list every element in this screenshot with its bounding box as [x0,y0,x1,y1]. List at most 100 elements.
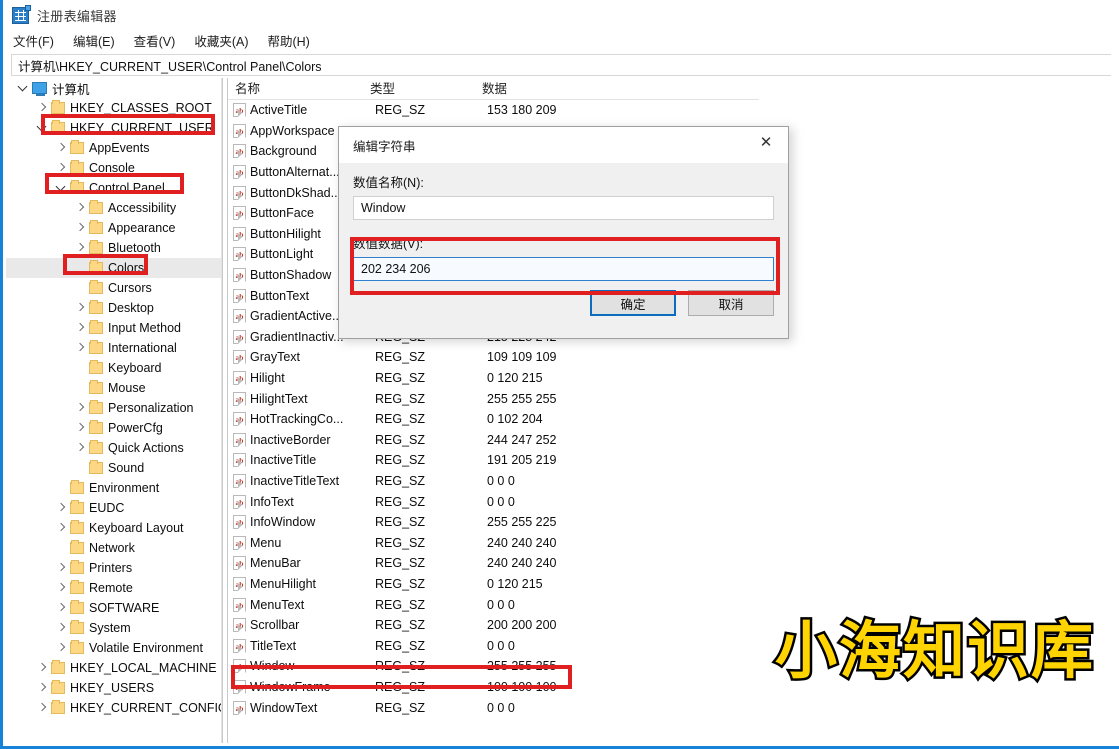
chevron-right-icon[interactable] [54,518,70,538]
chevron-right-icon[interactable] [54,578,70,598]
cell-type: REG_SZ [375,576,426,591]
tree-node-desktop[interactable]: Desktop [6,298,221,318]
tree-node-volatile-environment[interactable]: Volatile Environment [6,638,221,658]
menu-item-0[interactable]: 文件(F) [13,30,64,51]
ok-button[interactable]: 确定 [590,290,676,316]
string-value-icon: ab [233,412,246,427]
tree-node-appearance[interactable]: Appearance [6,218,221,238]
tree-node-input-method[interactable]: Input Method [6,318,221,338]
chevron-right-icon[interactable] [73,318,89,338]
tree-node-appevents[interactable]: AppEvents [6,138,221,158]
column-header-data[interactable]: 数据 [475,78,759,100]
chevron-right-icon[interactable] [73,398,89,418]
table-row[interactable]: ab HilightText REG_SZ 255 255 255 [228,388,1119,409]
chevron-right-icon[interactable] [73,218,89,238]
chevron-right-icon[interactable] [73,438,89,458]
tree-node-hkey-current-config[interactable]: HKEY_CURRENT_CONFIG [6,698,221,718]
tree-node-sound[interactable]: Sound [6,458,221,478]
tree-node-powercfg[interactable]: PowerCfg [6,418,221,438]
chevron-down-icon[interactable] [16,78,32,98]
tree-node-personalization[interactable]: Personalization [6,398,221,418]
menu-item-3[interactable]: 收藏夹(A) [194,30,258,51]
tree-node-keyboard-layout[interactable]: Keyboard Layout [6,518,221,538]
tree-node-label: SOFTWARE [89,601,160,615]
tree-node-hkey-local-machine[interactable]: HKEY_LOCAL_MACHINE [6,658,221,678]
tree-node-accessibility[interactable]: Accessibility [6,198,221,218]
chevron-right-icon[interactable] [54,598,70,618]
chevron-right-icon[interactable] [54,158,70,178]
chevron-right-icon[interactable] [54,618,70,638]
column-header-type[interactable]: 类型 [363,78,475,100]
tree-node-remote[interactable]: Remote [6,578,221,598]
tree-node-colors[interactable]: Colors [6,258,221,278]
chevron-right-icon[interactable] [73,298,89,318]
chevron-right-icon[interactable] [73,198,89,218]
table-row[interactable]: ab InfoWindow REG_SZ 255 255 225 [228,512,1119,533]
chevron-right-icon[interactable] [35,698,51,718]
folder-icon [89,200,103,214]
chevron-down-icon[interactable] [35,118,51,138]
table-row[interactable]: ab MenuBar REG_SZ 240 240 240 [228,553,1119,574]
tree-node-environment[interactable]: Environment [6,478,221,498]
tree-node-bluetooth[interactable]: Bluetooth [6,238,221,258]
chevron-right-icon[interactable] [35,98,51,118]
table-row[interactable]: ab InfoText REG_SZ 0 0 0 [228,491,1119,512]
close-icon[interactable]: ✕ [744,127,788,156]
tree-node-hkey-current-user[interactable]: HKEY_CURRENT_USER [6,118,221,138]
menu-item-4[interactable]: 帮助(H) [267,30,319,51]
tree-node--[interactable]: 计算机 [6,78,221,98]
chevron-right-icon[interactable] [54,638,70,658]
folder-icon [89,340,103,354]
tree-node-label: HKEY_CURRENT_CONFIG [70,701,222,715]
tree-node-console[interactable]: Console [6,158,221,178]
tree-node-software[interactable]: SOFTWARE [6,598,221,618]
cell-data: 240 240 240 [487,535,557,550]
table-row[interactable]: ab HotTrackingCo... REG_SZ 0 102 204 [228,409,1119,430]
table-row[interactable]: ab InactiveTitle REG_SZ 191 205 219 [228,450,1119,471]
chevron-right-icon[interactable] [73,238,89,258]
tree-node-label: Accessibility [108,201,177,215]
tree-node-label: Keyboard Layout [89,521,184,535]
folder-icon [70,560,84,574]
menu-item-1[interactable]: 编辑(E) [73,30,125,51]
chevron-right-icon[interactable] [73,338,89,358]
tree-node-eudc[interactable]: EUDC [6,498,221,518]
cell-type: REG_SZ [375,515,426,530]
chevron-right-icon[interactable] [54,498,70,518]
cancel-button[interactable]: 取消 [688,290,774,316]
menu-item-2[interactable]: 查看(V) [134,30,186,51]
chevron-down-icon[interactable] [54,178,70,198]
tree-node-international[interactable]: International [6,338,221,358]
table-row[interactable]: ab ActiveTitle REG_SZ 153 180 209 [228,100,1119,121]
table-row[interactable]: ab Menu REG_SZ 240 240 240 [228,532,1119,553]
chevron-right-icon[interactable] [35,658,51,678]
chevron-right-icon[interactable] [35,678,51,698]
registry-tree[interactable]: 计算机 HKEY_CLASSES_ROOT HKEY_CURRENT_USER App… [6,78,222,743]
chevron-right-icon[interactable] [73,418,89,438]
tree-node-system[interactable]: System [6,618,221,638]
tree-node-quick-actions[interactable]: Quick Actions [6,438,221,458]
table-row[interactable]: ab WindowText REG_SZ 0 0 0 [228,697,1119,718]
tree-node-keyboard[interactable]: Keyboard [6,358,221,378]
chevron-right-icon[interactable] [54,558,70,578]
value-name-input[interactable]: Window [353,196,774,220]
tree-node-printers[interactable]: Printers [6,558,221,578]
tree-node-control-panel[interactable]: Control Panel [6,178,221,198]
folder-icon [89,320,103,334]
table-row[interactable]: ab Hilight REG_SZ 0 120 215 [228,368,1119,389]
value-data-input[interactable]: 202 234 206 [353,257,774,281]
table-row[interactable]: ab GrayText REG_SZ 109 109 109 [228,347,1119,368]
tree-node-cursors[interactable]: Cursors [6,278,221,298]
tree-node-hkey-users[interactable]: HKEY_USERS [6,678,221,698]
table-row[interactable]: ab InactiveTitleText REG_SZ 0 0 0 [228,471,1119,492]
chevron-right-icon[interactable] [54,138,70,158]
column-header-name[interactable]: 名称 [228,78,363,100]
address-bar[interactable]: 计算机\HKEY_CURRENT_USER\Control Panel\Colo… [11,54,1111,76]
tree-node-mouse[interactable]: Mouse [6,378,221,398]
tree-node-hkey-classes-root[interactable]: HKEY_CLASSES_ROOT [6,98,221,118]
tree-node-network[interactable]: Network [6,538,221,558]
table-row[interactable]: ab InactiveBorder REG_SZ 244 247 252 [228,430,1119,451]
table-row[interactable]: ab MenuHilight REG_SZ 0 120 215 [228,574,1119,595]
